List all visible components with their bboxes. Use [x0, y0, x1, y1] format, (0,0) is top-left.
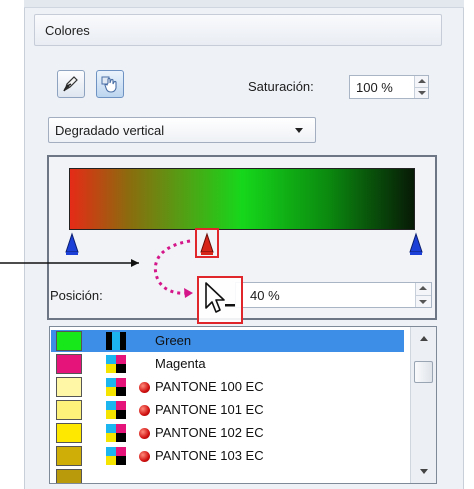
list-item[interactable]: Magenta [51, 353, 404, 375]
list-item[interactable]: PANTONE 100 EC [51, 376, 404, 398]
color-swatch [56, 331, 82, 351]
list-item-label: Magenta [155, 356, 206, 371]
color-swatch [56, 400, 82, 420]
list-item[interactable]: PANTONE 103 EC [51, 445, 404, 467]
list-item[interactable]: PANTONE 102 EC [51, 422, 404, 444]
list-scrollbar[interactable] [410, 327, 436, 483]
scroll-thumb[interactable] [414, 361, 433, 383]
color-swatch [56, 377, 82, 397]
list-item-label: Green [155, 333, 192, 348]
cmyk-icon [106, 378, 126, 396]
spot-color-icon [139, 405, 150, 416]
cmyk-icon [106, 355, 126, 373]
list-item-label: PANTONE 101 EC [155, 402, 264, 417]
spot-color-icon [139, 451, 150, 462]
cmyk-icon [106, 401, 126, 419]
list-item[interactable]: PANTONE 101 EC [51, 399, 404, 421]
spot-color-icon [139, 428, 150, 439]
scroll-down-icon[interactable] [420, 469, 428, 474]
scroll-up-icon[interactable] [420, 336, 428, 341]
cmyk-icon [106, 424, 126, 442]
color-swatch [56, 423, 82, 443]
list-item-label: PANTONE 100 EC [155, 379, 264, 394]
list-item-label: PANTONE 103 EC [155, 448, 264, 463]
color-swatch [56, 446, 82, 466]
color-swatch [56, 469, 82, 483]
list-item[interactable] [51, 468, 404, 483]
spot-color-icon [139, 382, 150, 393]
list-item[interactable]: Green [51, 330, 404, 352]
list-item-label: PANTONE 102 EC [155, 425, 264, 440]
color-model-icon [106, 332, 126, 350]
cmyk-icon [106, 447, 126, 465]
color-list[interactable]: Green Magenta PANTONE 100 EC PANTONE 101… [49, 326, 437, 484]
color-swatch [56, 354, 82, 374]
